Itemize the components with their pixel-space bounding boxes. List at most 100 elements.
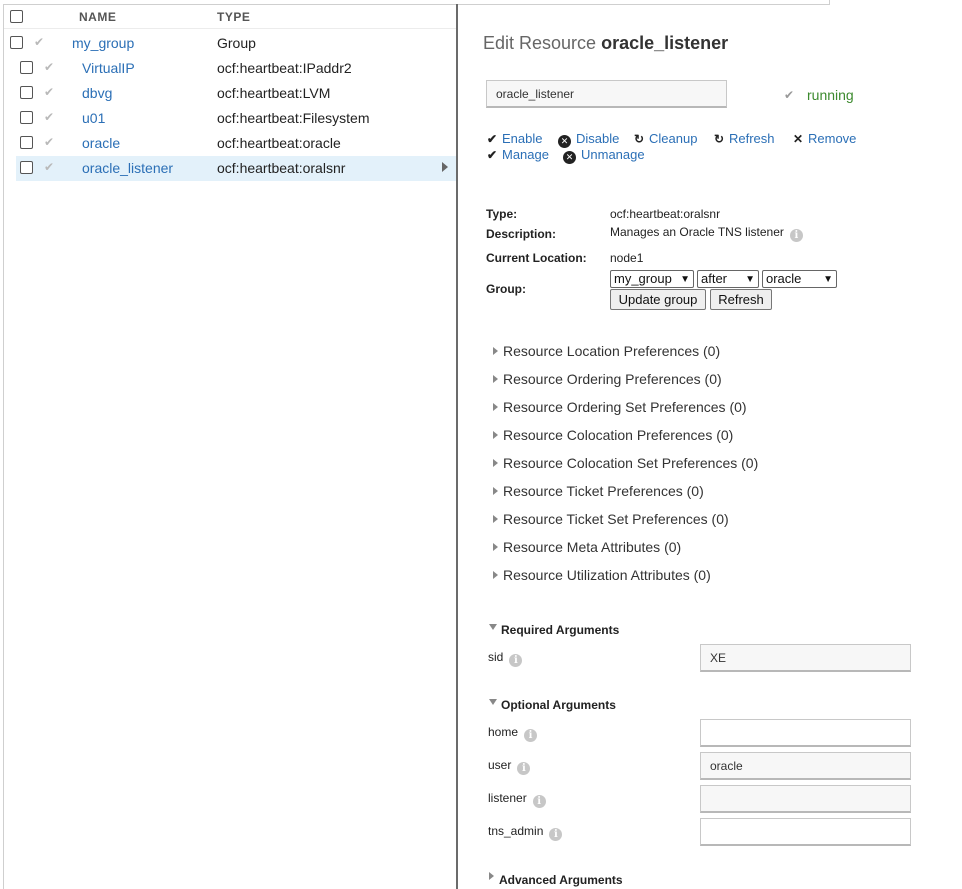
table-row[interactable]: ✔ my_group Group	[4, 31, 456, 56]
row-checkbox[interactable]	[10, 36, 23, 49]
expand-icon	[493, 431, 498, 439]
required-arguments-toggle[interactable]: Required Arguments	[489, 623, 619, 637]
refresh-button[interactable]: ↻ Refresh	[712, 131, 775, 147]
info-icon[interactable]: i	[789, 229, 803, 242]
manage-label: Manage	[502, 147, 549, 162]
info-icon[interactable]: i	[517, 762, 531, 775]
type-value: ocf:heartbeat:oralsnr	[610, 207, 721, 221]
cleanup-button[interactable]: ↻ Cleanup	[632, 131, 697, 147]
enable-button[interactable]: ✔ Enable	[485, 131, 543, 147]
resource-name-link[interactable]: oracle	[82, 135, 120, 151]
pref-ordering-set[interactable]: Resource Ordering Set Preferences (0)	[493, 399, 747, 415]
home-label: home i	[488, 725, 538, 742]
resource-name-link[interactable]: oracle_listener	[82, 160, 173, 176]
update-group-button[interactable]: Update group	[610, 289, 706, 310]
sid-label-text: sid	[488, 650, 504, 664]
home-label-text: home	[488, 725, 519, 739]
target-select[interactable]: oracle ▼	[762, 270, 837, 288]
row-checkbox[interactable]	[20, 136, 33, 149]
select-all-checkbox[interactable]	[10, 10, 23, 23]
remove-label: Remove	[808, 131, 857, 146]
info-icon[interactable]: i	[549, 828, 563, 841]
tns-admin-input[interactable]	[700, 818, 911, 846]
resource-name-link[interactable]: u01	[82, 110, 105, 126]
unmanage-label: Unmanage	[581, 147, 645, 162]
required-arguments-heading: Required Arguments	[501, 623, 620, 637]
position-select[interactable]: after ▼	[697, 270, 759, 288]
expand-icon	[489, 872, 494, 880]
resource-name-input[interactable]	[486, 80, 727, 108]
current-location-value: node1	[610, 251, 644, 265]
user-label: user i	[488, 758, 531, 775]
pref-location[interactable]: Resource Location Preferences (0)	[493, 343, 720, 359]
table-row[interactable]: ✔ VirtualIP ocf:heartbeat:IPaddr2	[4, 56, 456, 81]
advanced-arguments-toggle[interactable]: Advanced Arguments	[489, 872, 623, 887]
table-row[interactable]: ✔ oracle ocf:heartbeat:oracle	[4, 131, 456, 156]
title-resource-name: oracle_listener	[601, 33, 729, 53]
resource-type: ocf:heartbeat:oralsnr	[217, 160, 346, 176]
status-check-icon: ✔	[44, 85, 55, 99]
row-checkbox[interactable]	[20, 86, 33, 99]
column-header-name[interactable]: NAME	[79, 10, 116, 24]
resource-name-link[interactable]: my_group	[72, 35, 134, 51]
expand-icon	[493, 543, 498, 551]
user-label-text: user	[488, 758, 512, 772]
user-input[interactable]	[700, 752, 911, 780]
status-check-icon: ✔	[34, 35, 45, 49]
info-icon[interactable]: i	[532, 795, 546, 808]
group-refresh-button[interactable]: Refresh	[710, 289, 772, 310]
target-select-value: oracle	[766, 271, 802, 286]
resource-name-link[interactable]: VirtualIP	[82, 60, 135, 76]
running-check-icon: ✔	[784, 88, 795, 102]
type-label: Type:	[486, 207, 518, 221]
pref-label: Resource Colocation Set Preferences (0)	[503, 455, 759, 471]
resource-table: NAME TYPE ✔ my_group Group ✔ VirtualIP o…	[3, 4, 458, 889]
listener-input[interactable]	[700, 785, 911, 813]
position-select-value: after	[701, 271, 728, 286]
refresh-label: Refresh	[729, 131, 775, 146]
row-checkbox[interactable]	[20, 61, 33, 74]
home-input[interactable]	[700, 719, 911, 747]
chevron-down-icon: ▼	[823, 274, 833, 285]
pref-ordering[interactable]: Resource Ordering Preferences (0)	[493, 371, 722, 387]
resource-type: ocf:heartbeat:LVM	[217, 85, 331, 101]
info-icon[interactable]: i	[524, 729, 538, 742]
row-checkbox[interactable]	[20, 111, 33, 124]
description-value: Manages an Oracle TNS listener i	[610, 225, 803, 242]
pref-label: Resource Ticket Preferences (0)	[503, 483, 704, 499]
disable-button[interactable]: ✕ Disable	[558, 131, 620, 148]
pref-label: Resource Colocation Preferences (0)	[503, 427, 734, 443]
unmanage-icon: ✕	[563, 151, 576, 164]
pref-ticket-set[interactable]: Resource Ticket Set Preferences (0)	[493, 511, 729, 527]
resource-name-link[interactable]: dbvg	[82, 85, 112, 101]
optional-arguments-toggle[interactable]: Optional Arguments	[489, 698, 616, 712]
sid-input[interactable]	[700, 644, 911, 672]
unmanage-button[interactable]: ✕ Unmanage	[563, 147, 645, 164]
row-checkbox[interactable]	[20, 161, 33, 174]
pref-label: Resource Location Preferences (0)	[503, 343, 721, 359]
table-row[interactable]: ✔ dbvg ocf:heartbeat:LVM	[4, 81, 456, 106]
pref-colocation-set[interactable]: Resource Colocation Set Preferences (0)	[493, 455, 758, 471]
sid-label: sid i	[488, 650, 523, 667]
info-icon[interactable]: i	[509, 654, 523, 667]
table-row-selected[interactable]: ✔ oracle_listener ocf:heartbeat:oralsnr	[16, 156, 456, 181]
column-header-type[interactable]: TYPE	[217, 10, 250, 24]
manage-button[interactable]: ✔ Manage	[485, 147, 549, 163]
group-select[interactable]: my_group ▼	[610, 270, 694, 288]
expand-icon	[493, 403, 498, 411]
disable-label: Disable	[576, 131, 620, 146]
table-row[interactable]: ✔ u01 ocf:heartbeat:Filesystem	[4, 106, 456, 131]
pref-meta-attributes[interactable]: Resource Meta Attributes (0)	[493, 539, 681, 555]
optional-arguments-heading: Optional Arguments	[501, 698, 616, 712]
pref-colocation[interactable]: Resource Colocation Preferences (0)	[493, 427, 733, 443]
current-location-label: Current Location:	[486, 251, 587, 265]
tns-admin-label-text: tns_admin	[488, 824, 544, 838]
resource-type: Group	[217, 35, 256, 51]
remove-button[interactable]: ✕ Remove	[791, 131, 856, 147]
pref-utilization-attributes[interactable]: Resource Utilization Attributes (0)	[493, 567, 711, 583]
status-check-icon: ✔	[44, 135, 55, 149]
page-title: Edit Resource oracle_listener	[483, 33, 728, 54]
pref-ticket[interactable]: Resource Ticket Preferences (0)	[493, 483, 704, 499]
remove-icon: ✕	[792, 132, 804, 146]
check-icon: ✔	[486, 148, 498, 162]
